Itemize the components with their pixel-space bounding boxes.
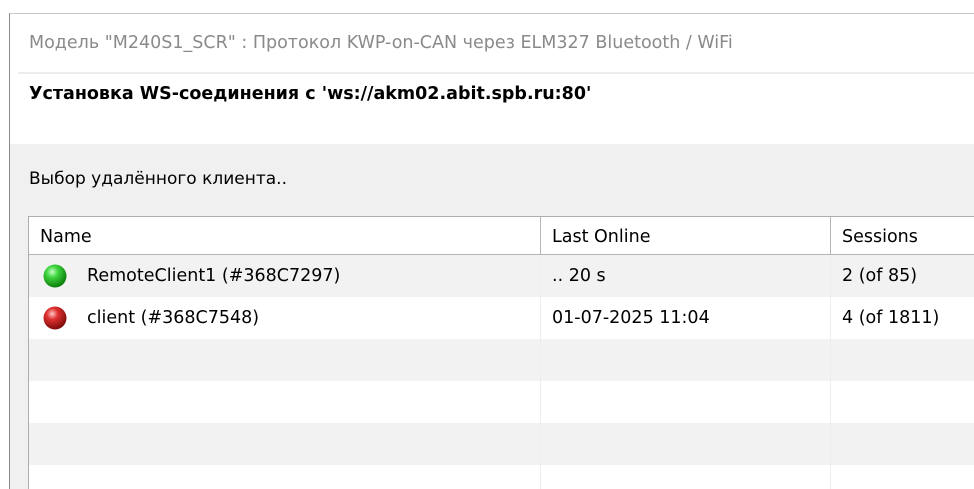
- empty-cell: [29, 465, 541, 489]
- empty-row: [29, 339, 974, 381]
- client-last-online: .. 20 s: [541, 255, 831, 297]
- empty-cell: [29, 381, 541, 423]
- column-header-last-online[interactable]: Last Online: [541, 217, 831, 255]
- column-header-sessions[interactable]: Sessions: [831, 217, 974, 255]
- empty-cell: [831, 423, 974, 465]
- empty-row: [29, 423, 974, 465]
- dialog-header: Модель "M240S1_SCR" : Протокол KWP-on-CA…: [10, 14, 974, 144]
- empty-cell: [831, 381, 974, 423]
- column-header-name[interactable]: Name: [29, 217, 541, 255]
- empty-cell: [831, 465, 974, 489]
- empty-cell: [541, 465, 831, 489]
- remote-client-dialog: Модель "M240S1_SCR" : Протокол KWP-on-CA…: [9, 13, 974, 489]
- client-sessions: 4 (of 1811): [831, 297, 974, 339]
- screen: Модель "M240S1_SCR" : Протокол KWP-on-CA…: [0, 0, 974, 489]
- window-title: Модель "M240S1_SCR" : Протокол KWP-on-CA…: [29, 33, 733, 53]
- client-row[interactable]: RemoteClient1 (#368C7297) .. 20 s 2 (of …: [29, 255, 974, 297]
- client-last-online: 01-07-2025 11:04: [541, 297, 831, 339]
- client-list[interactable]: Name Last Online Sessions RemoteClient1 …: [28, 216, 974, 489]
- client-sessions: 2 (of 85): [831, 255, 974, 297]
- empty-row: [29, 465, 974, 489]
- empty-cell: [29, 339, 541, 381]
- empty-cell: [29, 423, 541, 465]
- empty-cell: [831, 339, 974, 381]
- connection-status: Установка WS-соединения с 'ws://akm02.ab…: [29, 84, 592, 104]
- empty-row: [29, 381, 974, 423]
- client-name: RemoteClient1 (#368C7297): [29, 255, 541, 297]
- empty-cell: [541, 339, 831, 381]
- empty-cell: [541, 423, 831, 465]
- list-header: Name Last Online Sessions: [29, 217, 974, 255]
- empty-cell: [541, 381, 831, 423]
- select-client-prompt: Выбор удалённого клиента..: [29, 169, 287, 189]
- client-row[interactable]: client (#368C7548) 01-07-2025 11:04 4 (o…: [29, 297, 974, 339]
- client-name: client (#368C7548): [29, 297, 541, 339]
- header-divider: [18, 72, 974, 74]
